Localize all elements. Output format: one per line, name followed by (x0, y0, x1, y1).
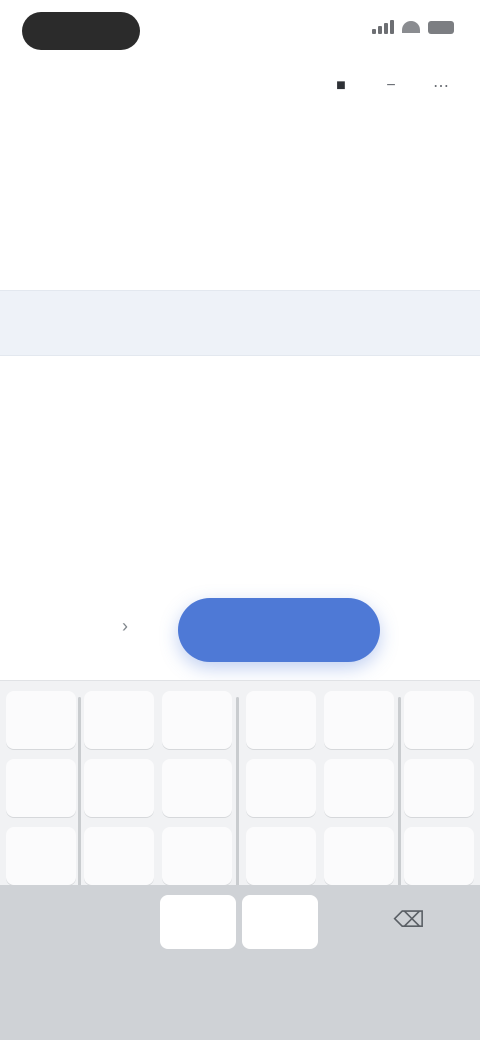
keyboard-key[interactable] (324, 759, 394, 817)
signal-icon (372, 20, 394, 34)
primary-button[interactable] (178, 598, 380, 662)
picker-row[interactable] (0, 232, 480, 298)
keyboard-key[interactable] (404, 759, 474, 817)
status-icons (372, 20, 454, 34)
keyboard-key[interactable] (162, 691, 232, 749)
backspace-icon[interactable]: ⌫ (392, 907, 426, 933)
camera-cutout (22, 12, 140, 50)
keyboard-key[interactable] (6, 691, 76, 749)
share-icon[interactable]: − (376, 74, 406, 98)
action-bar: › (0, 596, 480, 668)
keyboard-key[interactable] (404, 827, 474, 885)
picker-row[interactable] (0, 424, 480, 490)
keyboard-key[interactable] (242, 895, 318, 949)
battery-icon (428, 20, 454, 34)
header-actions: ■ − ⋯ (326, 74, 456, 98)
keyboard-key[interactable] (324, 691, 394, 749)
keyboard-key[interactable] (404, 691, 474, 749)
picker-row-highlighted[interactable] (0, 290, 480, 356)
status-bar (0, 0, 480, 64)
keyboard-bottom-row: ⌫ (0, 885, 480, 1040)
keyboard-key[interactable] (6, 759, 76, 817)
keyboard-key[interactable] (246, 827, 316, 885)
picker-row-selected[interactable] (0, 356, 480, 422)
picker-row[interactable] (0, 490, 480, 556)
arrow-right-icon[interactable]: › (122, 616, 128, 637)
keyboard-key[interactable] (246, 691, 316, 749)
keyboard-key[interactable] (84, 759, 154, 817)
keyboard-divider (398, 697, 401, 887)
keyboard-key[interactable] (162, 827, 232, 885)
keyboard-divider (78, 697, 81, 887)
keyboard-key[interactable] (324, 827, 394, 885)
more-icon[interactable]: ⋯ (426, 74, 456, 98)
keyboard-key[interactable] (84, 827, 154, 885)
time-picker[interactable] (0, 232, 480, 572)
keyboard-divider (236, 697, 239, 887)
keyboard-key[interactable] (6, 827, 76, 885)
keyboard-key[interactable] (84, 691, 154, 749)
keyboard-key[interactable] (162, 759, 232, 817)
keyboard-key[interactable] (246, 759, 316, 817)
keyboard: ⌫ (0, 680, 480, 1040)
keyboard-key[interactable] (160, 895, 236, 949)
wifi-icon (402, 21, 420, 33)
notifications-icon[interactable]: ■ (326, 74, 356, 98)
